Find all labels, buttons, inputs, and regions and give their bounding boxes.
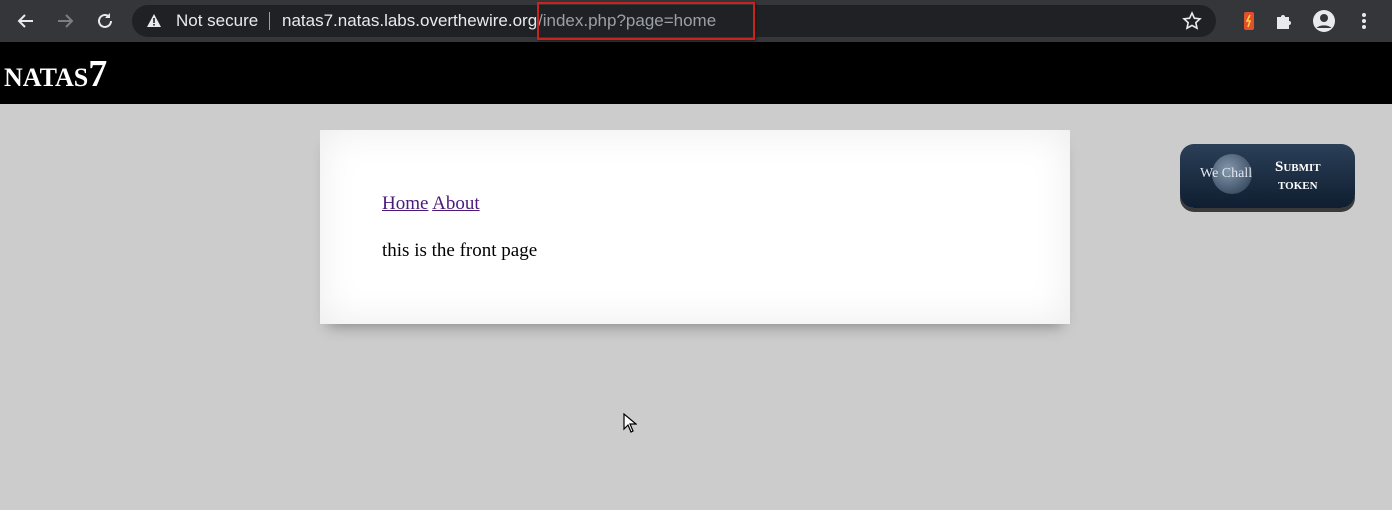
puzzle-icon[interactable] xyxy=(1272,9,1296,33)
submit-label-line1: Submit xyxy=(1275,159,1321,175)
more-icon[interactable] xyxy=(1352,9,1376,33)
site-title-name: NATAS xyxy=(4,63,89,92)
profile-icon[interactable] xyxy=(1312,9,1336,33)
submit-token-button[interactable]: We Chall Submit token xyxy=(1180,144,1355,208)
submit-token-label: Submit token xyxy=(1275,158,1321,194)
back-arrow-icon[interactable] xyxy=(14,9,38,33)
star-icon[interactable] xyxy=(1182,11,1202,31)
forward-arrow-icon[interactable] xyxy=(53,9,77,33)
security-label[interactable]: Not secure xyxy=(176,11,258,31)
mouse-cursor-icon xyxy=(623,413,637,433)
front-page-text: this is the front page xyxy=(382,240,538,261)
submit-label-line2: token xyxy=(1278,177,1318,193)
browser-toolbar: Not secure natas7.natas.labs.overthewire… xyxy=(0,0,1392,42)
site-title: NATAS7 xyxy=(4,52,107,96)
address-divider xyxy=(269,12,270,30)
wechall-badge-text: We Chall xyxy=(1200,166,1253,181)
home-link[interactable]: Home xyxy=(382,193,428,214)
site-title-number: 7 xyxy=(88,53,108,95)
extension-icon[interactable] xyxy=(1237,9,1261,33)
nav-links: Home About xyxy=(382,193,480,215)
content-panel: Home About this is the front page xyxy=(320,130,1070,324)
url-host: natas7.natas.labs.overthewire.org xyxy=(282,11,538,30)
url-highlight-box xyxy=(537,2,755,40)
about-link[interactable]: About xyxy=(432,193,480,214)
reload-icon[interactable] xyxy=(93,9,117,33)
warning-icon[interactable] xyxy=(146,13,162,29)
site-header: NATAS7 xyxy=(0,42,1392,104)
